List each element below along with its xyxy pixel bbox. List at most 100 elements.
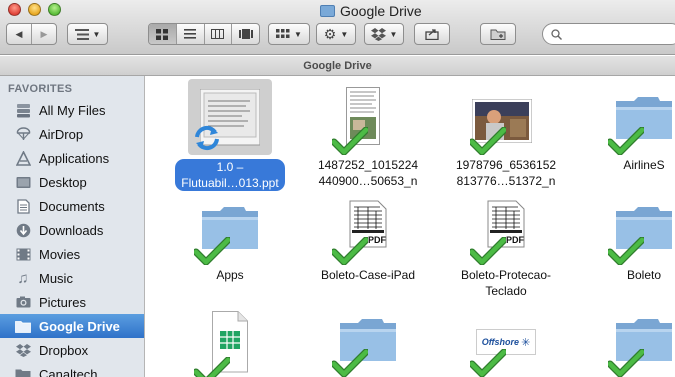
icon-view-button[interactable] [149, 24, 177, 44]
back-arrow-icon: ◀ [15, 28, 23, 39]
sidebar-item-all-my-files[interactable]: All My Files [0, 98, 144, 122]
favorites-header: FAVORITES [8, 83, 73, 95]
toolbar: Google Drive ◀ ▶ ▼ ▼ ⚙ ▼ ▼ [0, 0, 675, 55]
sidebar-item-pictures[interactable]: Pictures [0, 290, 144, 314]
pdf-badge: PDF [368, 235, 386, 245]
sidebar-item-google-drive[interactable]: Google Drive [0, 314, 144, 338]
group-by-button[interactable]: ▼ [268, 23, 310, 45]
presentation-thumbnail [188, 79, 272, 155]
folder-item[interactable] [298, 305, 438, 373]
downloads-icon [14, 222, 32, 238]
dropbox-menu-button[interactable]: ▼ [364, 23, 404, 45]
folder-thumbnail [608, 193, 675, 261]
folder-icon [14, 366, 32, 377]
search-icon [551, 28, 562, 40]
sidebar-item-documents[interactable]: Documents [0, 194, 144, 218]
column-view-icon [211, 29, 225, 39]
sidebar-item-music[interactable]: ♫ Music [0, 266, 144, 290]
airdrop-icon [14, 126, 32, 142]
dropbox-icon [370, 27, 386, 41]
sidebar-item-downloads[interactable]: Downloads [0, 218, 144, 242]
forward-button[interactable]: ▶ [32, 24, 56, 44]
syncing-icon [195, 125, 219, 151]
sidebar: FAVORITES All My Files AirDrop Applicati… [0, 76, 145, 377]
file-item[interactable]: 1978796_6536152 813776…51372_n [436, 83, 576, 189]
close-window-button[interactable] [8, 3, 21, 16]
gear-icon: ⚙ [323, 25, 337, 42]
view-mode-control [148, 23, 260, 45]
file-name: 1.0 – Flutuabil…013.ppt [175, 159, 285, 191]
synced-check-icon [332, 127, 368, 155]
folder-thumbnail [608, 305, 675, 373]
sidebar-item-dropbox[interactable]: Dropbox [0, 338, 144, 362]
synced-check-icon [470, 237, 506, 265]
folder-thumbnail [332, 305, 404, 373]
sidebar-item-label: AirDrop [39, 126, 84, 142]
grid-arrange-icon [276, 29, 290, 38]
path-bar-title: Google Drive [303, 60, 372, 72]
arrange-button[interactable]: ▼ [67, 23, 108, 45]
file-thumbnail: PDF [332, 193, 404, 261]
folder-thumbnail [194, 193, 266, 261]
file-item[interactable]: Offshore ✳ [436, 305, 576, 373]
google-drive-folder-icon [14, 318, 32, 334]
pictures-icon [14, 294, 32, 310]
search-input[interactable] [566, 27, 666, 41]
folder-item[interactable]: Boleto [574, 193, 675, 283]
path-bar: Google Drive [0, 56, 675, 76]
synced-check-icon [608, 237, 644, 265]
file-name: Boleto-Case-iPad [320, 268, 416, 282]
synced-check-icon [194, 357, 230, 377]
folder-item[interactable]: Apps [160, 193, 300, 283]
sidebar-item-canaltech[interactable]: Canaltech [0, 362, 144, 377]
file-item[interactable]: 1.0 – Flutuabil…013.ppt [160, 79, 300, 191]
file-thumbnail [194, 305, 266, 373]
synced-check-icon [194, 237, 230, 265]
sidebar-item-movies[interactable]: Movies [0, 242, 144, 266]
back-button[interactable]: ◀ [7, 24, 32, 44]
sidebar-item-applications[interactable]: Applications [0, 146, 144, 170]
sidebar-item-desktop[interactable]: Desktop [0, 170, 144, 194]
sidebar-item-label: Pictures [39, 294, 86, 310]
applications-icon [14, 150, 32, 166]
sidebar-item-label: Movies [39, 246, 81, 262]
action-menu-button[interactable]: ⚙ ▼ [316, 23, 356, 45]
minimize-window-button[interactable] [28, 3, 41, 16]
file-thumbnail: PDF [470, 193, 542, 261]
file-item[interactable]: PDF Boleto-Case-iPad [298, 193, 438, 283]
file-item[interactable]: 1487252_1015224 440900…50653_n [298, 83, 438, 189]
sidebar-item-airdrop[interactable]: AirDrop [0, 122, 144, 146]
new-folder-button[interactable] [480, 23, 516, 45]
coverflow-view-icon [238, 29, 253, 39]
share-icon [425, 29, 439, 40]
search-field[interactable] [542, 23, 675, 45]
synced-check-icon [608, 127, 644, 155]
sidebar-item-label: Desktop [39, 174, 87, 190]
folder-item[interactable] [574, 305, 675, 373]
new-folder-icon [490, 29, 506, 40]
file-item[interactable]: PDF Boleto-Protecao- Teclado [436, 193, 576, 299]
share-button[interactable] [414, 23, 450, 45]
file-name: 1487252_1015224 440900…50653_n [317, 158, 419, 188]
column-view-button[interactable] [205, 24, 233, 44]
all-files-icon [14, 102, 32, 118]
synced-check-icon [470, 127, 506, 155]
folder-item[interactable]: AirlineS [574, 83, 675, 173]
sidebar-item-label: Documents [39, 198, 105, 214]
list-view-button[interactable] [177, 24, 205, 44]
sidebar-item-label: Dropbox [39, 342, 89, 358]
file-item[interactable] [160, 305, 300, 373]
folder-name: AirlineS [623, 158, 665, 172]
file-thumbnail: Offshore ✳ [470, 305, 542, 373]
zoom-window-button[interactable] [48, 3, 61, 16]
snowflake-icon: ✳ [521, 336, 531, 349]
google-drive-folder-icon [320, 5, 335, 17]
pdf-badge: PDF [506, 235, 524, 245]
icon-view-icon [156, 28, 169, 40]
sidebar-item-label: Downloads [39, 222, 104, 238]
offshore-logo-text: Offshore [481, 337, 520, 347]
file-thumbnail [332, 83, 404, 151]
back-forward-control: ◀ ▶ [6, 23, 57, 45]
window-title-text: Google Drive [340, 3, 422, 19]
coverflow-view-button[interactable] [232, 24, 259, 44]
